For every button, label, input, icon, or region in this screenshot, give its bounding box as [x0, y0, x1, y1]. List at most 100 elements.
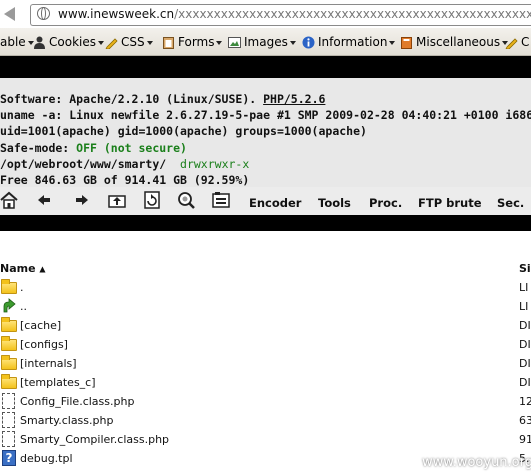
- path-line: /opt/webroot/www/smarty/ drwxrwxr-x: [0, 156, 249, 172]
- chevron-down-icon: [97, 41, 104, 45]
- software-text: Software: Apache/2.2.10 (Linux/SUSE).: [0, 92, 264, 106]
- php-file-icon: [1, 393, 17, 409]
- chevron-down-icon: [289, 41, 296, 45]
- devbar-css-label: CSS: [121, 35, 145, 49]
- file-row-smarty-compiler[interactable]: Smarty_Compiler.class.php 91: [0, 430, 531, 449]
- sec-link[interactable]: Sec.: [497, 196, 524, 210]
- size-column-header[interactable]: Si: [519, 262, 531, 275]
- safe-mode-value: OFF (not secure): [76, 141, 187, 155]
- url-bar: www.inewsweek.cn/xxxxxxxxxxxxxxxxxxxxxxx…: [0, 0, 531, 28]
- address-text[interactable]: www.inewsweek.cn/xxxxxxxxxxxxxxxxxxxxxxx…: [58, 7, 531, 21]
- pencil-icon: [105, 37, 118, 49]
- php-version-link[interactable]: PHP/5.2.6: [263, 92, 325, 106]
- devbar-table-menu[interactable]: able: [0, 35, 34, 49]
- devbar-outline-menu[interactable]: C: [505, 35, 529, 49]
- file-listing: Name ▲ Si . LI .. LI [cache] DI [configs…: [0, 231, 531, 473]
- chevron-down-icon: [216, 41, 223, 45]
- folder-icon: [1, 279, 17, 295]
- server-info-panel: Software: Apache/2.2.10 (Linux/SUSE). PH…: [0, 78, 531, 188]
- safe-mode-line: Safe-mode: OFF (not secure): [0, 140, 187, 156]
- file-name[interactable]: Smarty.class.php: [20, 414, 113, 427]
- folder-icon: [1, 374, 17, 390]
- file-name[interactable]: Smarty_Compiler.class.php: [20, 433, 169, 446]
- file-row-smarty-class[interactable]: Smarty.class.php 63: [0, 411, 531, 430]
- devbar-css-menu[interactable]: CSS: [105, 35, 153, 49]
- unknown-file-icon: ?: [1, 450, 17, 466]
- devbar-images-label: Images: [244, 35, 288, 49]
- developer-toolbar: able Cookies CSS Forms Images Informatio…: [0, 28, 531, 56]
- file-size: 91: [519, 433, 531, 446]
- file-row-cache[interactable]: [cache] DI: [0, 316, 531, 335]
- devbar-miscellaneous-menu[interactable]: Miscellaneous: [400, 35, 509, 49]
- file-row-config-file[interactable]: Config_File.class.php 12: [0, 392, 531, 411]
- uname-line: uname -a: Linux newfile 2.6.27.19-5-pae …: [0, 108, 531, 122]
- name-header-label: Name: [0, 262, 36, 275]
- ftp-brute-link[interactable]: FTP brute: [418, 196, 482, 210]
- file-row-parent[interactable]: .. LI: [0, 297, 531, 316]
- file-name[interactable]: [configs]: [20, 338, 68, 351]
- devbar-forms-menu[interactable]: Forms: [162, 35, 223, 49]
- path-permissions: drwxrwxr-x: [180, 157, 250, 171]
- devbar-information-menu[interactable]: Information: [302, 35, 396, 49]
- file-row-current[interactable]: . LI: [0, 278, 531, 297]
- software-line: Software: Apache/2.2.10 (Linux/SUSE). PH…: [0, 91, 325, 107]
- refresh-icon[interactable]: [143, 191, 161, 209]
- pencil-icon: [505, 37, 518, 49]
- devbar-table-label: able: [0, 35, 26, 49]
- home-icon[interactable]: [0, 191, 18, 209]
- safe-mode-label: Safe-mode:: [0, 141, 77, 155]
- encoder-link[interactable]: Encoder: [249, 196, 301, 210]
- tools-link[interactable]: Tools: [318, 196, 351, 210]
- chevron-down-icon: [146, 41, 153, 45]
- file-name[interactable]: debug.tpl: [20, 452, 73, 465]
- file-name[interactable]: [internals]: [20, 357, 77, 370]
- current-path[interactable]: /opt/webroot/www/smarty/: [0, 157, 166, 171]
- devbar-information-label: Information: [318, 35, 388, 49]
- devbar-outline-label: C: [521, 35, 530, 49]
- back-icon[interactable]: [35, 191, 53, 209]
- devbar-forms-label: Forms: [178, 35, 215, 49]
- back-arrow-icon[interactable]: [4, 7, 15, 21]
- globe-icon: [37, 7, 50, 20]
- search-icon[interactable]: [177, 191, 195, 209]
- file-size: DI: [519, 376, 531, 389]
- file-row-internals[interactable]: [internals] DI: [0, 354, 531, 373]
- file-size: LI: [519, 300, 529, 313]
- up-folder-icon[interactable]: [108, 191, 126, 209]
- url-path: /xxxxxxxxxxxxxxxxxxxxxxxxxxxxxxxxxxxxxxx…: [174, 7, 531, 21]
- file-name[interactable]: ..: [20, 300, 27, 313]
- file-row-templates-c[interactable]: [templates_c] DI: [0, 373, 531, 392]
- free-space-line: Free 846.63 GB of 914.41 GB (92.59%): [0, 173, 250, 187]
- devbar-cookies-menu[interactable]: Cookies: [33, 35, 104, 49]
- php-file-icon: [1, 412, 17, 428]
- file-size: DI: [519, 357, 531, 370]
- watermark-text: www.wooyun.org: [422, 455, 531, 470]
- file-size: LI: [519, 281, 529, 294]
- php-file-icon: [1, 431, 17, 447]
- folder-icon: [1, 355, 17, 371]
- box-icon: [401, 36, 412, 49]
- file-row-configs[interactable]: [configs] DI: [0, 335, 531, 354]
- file-size: 63: [519, 414, 531, 427]
- sort-asc-icon: ▲: [39, 264, 46, 274]
- proc-link[interactable]: Proc.: [369, 196, 402, 210]
- shell-toolbar: Encoder Tools Proc. FTP brute Sec.: [0, 187, 531, 215]
- devbar-images-menu[interactable]: Images: [228, 35, 296, 49]
- file-name[interactable]: [cache]: [20, 319, 61, 332]
- clipboard-icon: [163, 36, 174, 49]
- person-icon: [34, 36, 45, 49]
- forward-icon[interactable]: [73, 191, 91, 209]
- buffer-icon[interactable]: [212, 191, 230, 209]
- folder-icon: [1, 336, 17, 352]
- devbar-cookies-label: Cookies: [49, 35, 96, 49]
- file-size: DI: [519, 338, 531, 351]
- file-name[interactable]: Config_File.class.php: [20, 395, 134, 408]
- file-name[interactable]: [templates_c]: [20, 376, 96, 389]
- devbar-miscellaneous-label: Miscellaneous: [416, 35, 501, 49]
- chevron-down-icon: [389, 41, 396, 45]
- uid-line: uid=1001(apache) gid=1000(apache) groups…: [0, 124, 367, 138]
- file-name[interactable]: .: [20, 281, 24, 294]
- name-column-header[interactable]: Name ▲: [0, 262, 46, 275]
- folder-icon: [1, 317, 17, 333]
- file-size: DI: [519, 319, 531, 332]
